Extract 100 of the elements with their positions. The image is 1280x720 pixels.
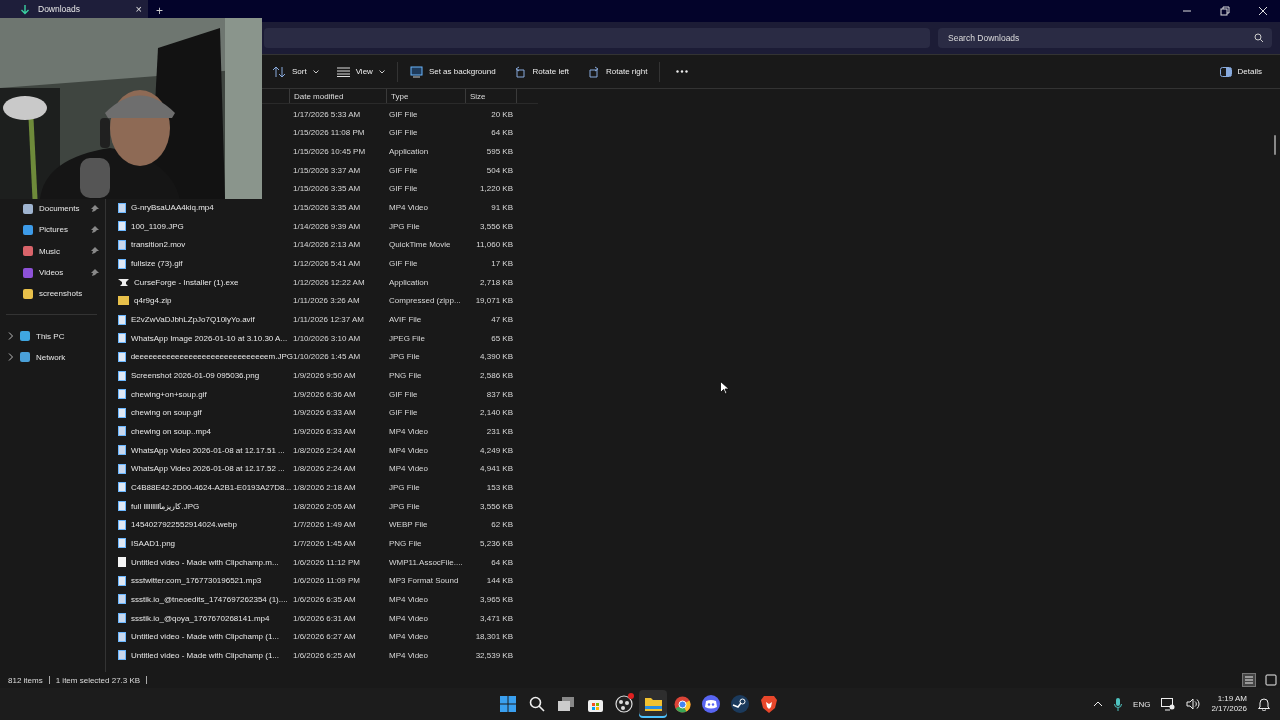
column-header[interactable]: Type bbox=[386, 89, 465, 103]
column-header[interactable]: Size bbox=[465, 89, 517, 103]
size-cell-text: 17 KB bbox=[490, 259, 513, 269]
details-button[interactable]: Details bbox=[1213, 62, 1268, 81]
image-file-icon bbox=[118, 314, 126, 325]
file-name[interactable]: deeeeeeeeeeeeeeeeeeeeeeeeeeeeeem.JPG bbox=[130, 352, 293, 362]
type-cell-text: JPEG File bbox=[389, 333, 426, 343]
tiles-view-icon[interactable] bbox=[1264, 673, 1278, 687]
file-name[interactable]: chewing on soup..mp4 bbox=[131, 427, 212, 436]
tab-title: Downloads bbox=[38, 4, 82, 14]
close-tab-button[interactable]: × bbox=[135, 4, 142, 14]
date-cell-text: 1/7/2026 1:45 AM bbox=[293, 538, 357, 548]
file-name[interactable]: WhatsApp Video 2026-01-08 at 12.17.52 ... bbox=[131, 464, 285, 474]
file-name[interactable]: CurseForge - Installer (1).exe bbox=[134, 277, 239, 287]
file-name[interactable]: Untitled video - Made with Clipchamp (1... bbox=[131, 632, 280, 642]
type-cell-text: Application bbox=[389, 277, 430, 287]
column-header[interactable]: Date modified bbox=[289, 89, 386, 103]
toolbar-button[interactable]: Rotate right bbox=[581, 61, 654, 82]
type-cell-text: WMP11.AssocFile.... bbox=[389, 557, 464, 567]
video-file-icon bbox=[118, 631, 126, 642]
type-cell-text: QuickTime Movie bbox=[389, 240, 452, 250]
file-name[interactable]: 100_1109.JPG bbox=[131, 221, 184, 231]
size-cell-text: 62 KB bbox=[490, 520, 513, 530]
file-name[interactable]: ssstik.io_@qoya_1767670268141.mp4 bbox=[131, 613, 270, 623]
search-field[interactable]: Search Downloads bbox=[938, 28, 1272, 48]
taskbar-app[interactable] bbox=[639, 690, 667, 718]
type-cell-text: GIF File bbox=[389, 165, 419, 175]
close-icon[interactable] bbox=[1258, 6, 1268, 16]
file-name[interactable]: WhatsApp Image 2026-01-10 at 3.10.30 A... bbox=[131, 333, 288, 343]
file-name[interactable]: chewing+on+soup.gif bbox=[131, 389, 207, 399]
sidebar-item[interactable]: Pictures bbox=[0, 219, 105, 241]
sidebar-item[interactable]: Network bbox=[0, 346, 105, 369]
search-icon bbox=[1254, 33, 1264, 43]
size-cell-text: 837 KB bbox=[485, 389, 513, 399]
size-cell-text: 3,556 KB bbox=[479, 501, 513, 511]
file-name[interactable]: Untitled video - Made with Clipchamp (1... bbox=[131, 650, 280, 660]
download-icon bbox=[20, 4, 30, 16]
toolbar-button[interactable]: Rotate left bbox=[507, 61, 576, 82]
scrollbar-thumb[interactable] bbox=[1274, 135, 1276, 155]
speaker-icon[interactable] bbox=[1186, 698, 1201, 710]
window-tab[interactable]: Downloads × bbox=[0, 0, 148, 18]
size-cell-text: 2,586 KB bbox=[479, 371, 513, 380]
sidebar-item[interactable]: This PC bbox=[0, 325, 105, 347]
sidebar-item[interactable]: Music bbox=[0, 240, 105, 262]
size-cell-text: 64 KB bbox=[490, 557, 513, 567]
toolbar-button[interactable]: Set as background bbox=[403, 61, 502, 82]
size-cell-text: 1,220 KB bbox=[479, 184, 513, 194]
sidebar-item[interactable]: Documents bbox=[0, 198, 105, 220]
file-name[interactable]: transition2.mov bbox=[131, 240, 186, 250]
file-name[interactable]: E2vZwVaDJbhLZpJo7Q10lyYo.avif bbox=[131, 315, 255, 325]
details-view-icon[interactable] bbox=[1242, 673, 1256, 687]
new-tab-button[interactable]: + bbox=[156, 4, 163, 18]
date-cell-text: 1/8/2026 2:18 AM bbox=[293, 482, 357, 492]
file-name[interactable]: Untitled video - Made with Clipchamp.m... bbox=[131, 557, 279, 567]
item-count: 812 items bbox=[8, 675, 43, 685]
more-options-icon[interactable] bbox=[676, 70, 689, 73]
toolbar-button[interactable]: Sort bbox=[266, 61, 325, 82]
chevron-up-icon[interactable] bbox=[1093, 701, 1104, 707]
date-cell-text: 1/15/2026 3:35 AM bbox=[293, 184, 362, 194]
image-file-icon bbox=[118, 482, 126, 493]
anvil-icon bbox=[118, 277, 129, 287]
microphone-icon[interactable] bbox=[1114, 697, 1123, 711]
type-cell-text: GIF File bbox=[389, 184, 419, 194]
image-file-icon bbox=[118, 258, 126, 269]
date-cell-text: 1/14/2026 2:13 AM bbox=[293, 240, 362, 250]
language-indicator[interactable]: ENG bbox=[1133, 699, 1151, 709]
file-name[interactable]: G-nryBsaUAA4kiq.mp4 bbox=[131, 203, 214, 213]
sidebar-item[interactable]: Videos bbox=[0, 261, 105, 284]
sidebar-item[interactable]: screenshots bbox=[0, 283, 105, 305]
type-cell-text: MP4 Video bbox=[389, 613, 429, 623]
file-name[interactable]: fullsize (73).gif bbox=[131, 259, 183, 269]
browser-icon bbox=[673, 695, 691, 713]
file-name[interactable]: q4r9g4.zip bbox=[134, 296, 172, 306]
date-cell-text: 1/15/2026 3:37 AM bbox=[293, 165, 362, 175]
image-file-icon bbox=[118, 389, 126, 400]
file-name[interactable]: C4B88E42-2D00-4624-A2B1-E0193A27D8... bbox=[131, 482, 292, 492]
size-cell-text: 4,390 KB bbox=[479, 352, 513, 362]
file-name[interactable]: WhatsApp Video 2026-01-08 at 12.17.51 ... bbox=[131, 445, 285, 455]
file-name[interactable]: ssstik.io_@tneoedits_1747697262354 (1).... bbox=[131, 594, 288, 604]
type-cell-text: GIF File bbox=[389, 259, 419, 269]
file-name[interactable]: chewing on soup.gif bbox=[131, 408, 202, 418]
date-cell-text: 1/8/2026 2:24 AM bbox=[293, 445, 357, 455]
restore-icon[interactable] bbox=[1220, 6, 1230, 16]
type-cell-text: MP3 Format Sound bbox=[389, 576, 460, 586]
size-cell-text: 144 KB bbox=[485, 576, 513, 586]
notification-bell-icon[interactable] bbox=[1258, 697, 1270, 711]
file-name[interactable]: full lllllllllکاریزما.JPG bbox=[131, 501, 200, 511]
clock[interactable]: 1:19 AM 2/17/2026 bbox=[1211, 694, 1247, 714]
image-file-icon bbox=[118, 221, 126, 232]
toolbar-button[interactable]: View bbox=[330, 62, 391, 81]
file-name[interactable]: 1454027922552914024.webp bbox=[131, 520, 237, 530]
file-name[interactable]: Screenshot 2026-01-09 095036.png bbox=[131, 371, 260, 380]
date-cell-text: 1/9/2026 6:33 AM bbox=[293, 427, 357, 436]
date-cell-text: 1/14/2026 9:39 AM bbox=[293, 221, 362, 231]
image-file-icon bbox=[118, 333, 126, 344]
video-file-icon bbox=[118, 426, 126, 437]
file-name[interactable]: ssstwitter.com_1767730196521.mp3 bbox=[131, 576, 262, 586]
size-cell-text: 504 KB bbox=[485, 165, 513, 175]
date-cell-text: 1/15/2026 11:08 PM bbox=[293, 128, 366, 138]
file-name[interactable]: ISAAD1.png bbox=[131, 538, 176, 548]
